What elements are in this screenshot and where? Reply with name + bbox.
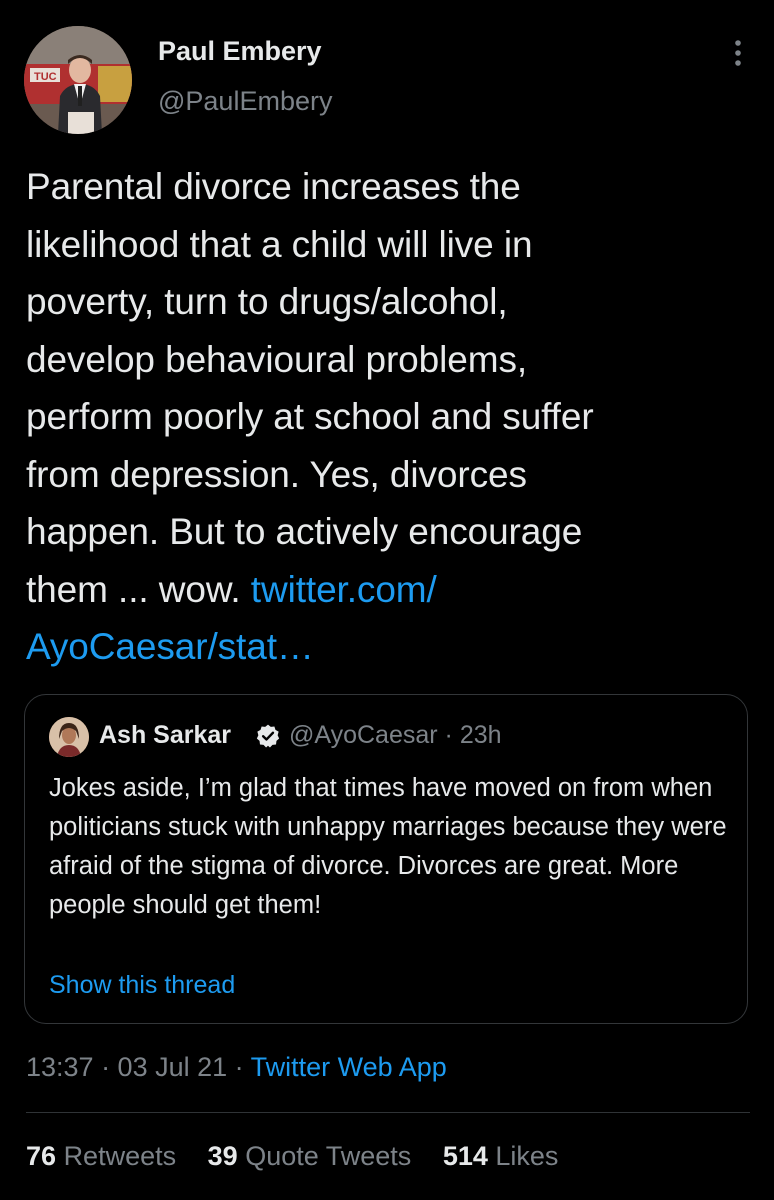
likes-stat[interactable]: 514 Likes [443,1141,559,1171]
tweet-line: develop behavioural problems, [26,338,528,380]
tweet-line: perform poorly at school and suffer [26,396,594,437]
likes-label: Likes [495,1141,559,1171]
avatar-banner-text: TUC [34,71,57,83]
tweet-line: from depression. Yes, divorces [26,453,527,495]
verified-badge-icon [255,723,281,749]
quoted-tweet-link-cont[interactable]: AyoCaesar/stat… [26,626,314,667]
tweet-line: poverty, turn to drugs/alcohol, [26,281,508,322]
source-app-link[interactable]: Twitter Web App [251,1052,447,1082]
quoted-tweet-link[interactable]: twitter.com/ [251,569,437,610]
author-handle[interactable]: @PaulEmbery [158,86,332,117]
retweets-label: Retweets [63,1141,177,1171]
tweet-line: likelihood that a child will live in [26,223,533,265]
retweets-stat[interactable]: 76 Retweets [26,1141,176,1171]
tweet-text: Parental divorce increases the likelihoo… [26,158,746,676]
divider [26,1112,750,1113]
quoted-tweet-text: Jokes aside, I’m glad that times have mo… [49,774,727,919]
more-options-icon[interactable] [726,38,750,70]
likes-count: 514 [442,1141,488,1171]
author-avatar[interactable]: TUC [24,26,132,134]
quote-tweets-label: Quote Tweets [245,1141,412,1171]
engagement-stats: 76 Retweets 39 Quote Tweets 514 Likes [26,1141,582,1172]
quoted-handle-time[interactable]: @AyoCaesar · 23h [289,721,502,750]
quote-tweets-stat[interactable]: 39 Quote Tweets [208,1141,412,1171]
quoted-author-avatar[interactable] [49,717,89,757]
quoted-avatar-photo [49,717,89,757]
quoted-display-name[interactable]: Ash Sarkar [99,721,231,750]
tweet-timestamp[interactable]: 13:37 · 03 Jul 21 · [26,1052,251,1082]
quote-tweets-count: 39 [207,1141,238,1171]
quoted-tweet-card[interactable]: Ash Sarkar @AyoCaesar · 23h Jokes aside,… [24,694,748,1024]
tweet-line: happen. But to actively encourage [26,511,583,552]
tweet-line: them ... wow. twitter.com/ [26,561,746,619]
author-display-name[interactable]: Paul Embery [158,36,322,67]
tweet-line: AyoCaesar/stat… [26,618,746,676]
retweets-count: 76 [26,1141,57,1171]
avatar-photo: TUC [24,26,132,134]
show-thread-link[interactable]: Show this thread [49,971,235,1000]
tweet-meta: 13:37 · 03 Jul 21 · Twitter Web App [26,1052,447,1083]
tweet-line-text: them ... wow. [26,568,251,610]
tweet-line: Parental divorce increases the [26,166,521,207]
